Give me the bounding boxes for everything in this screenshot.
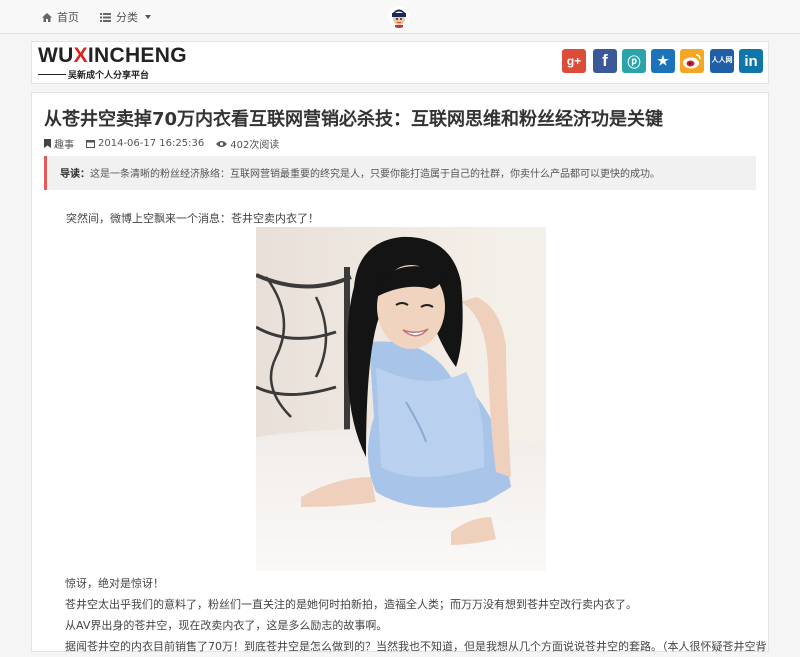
article-line-4: 据闻苍井空的内衣目前销售了70万！到底苍井空是怎么做到的？当然我也不知道，但是我… (65, 640, 767, 653)
article-lead: 导读：这是一条清晰的粉丝经济脉络：互联网营销最重要的终究是人，只要你能打造属于自… (44, 156, 756, 190)
article-title[interactable]: 从苍井空卖掉70万内衣看互联网营销必杀技：互联网思维和粉丝经济功是关键 (44, 105, 663, 131)
article-body: 惊讶，绝对是惊讶！ 苍井空太出乎我们的意料了，粉丝们一直关注的是她何时拍新拍，造… (65, 573, 767, 657)
google-plus-share-button[interactable]: g+ (562, 49, 586, 73)
nav-category-dropdown[interactable]: 分类 (100, 9, 151, 25)
meta-date: 2014-06-17 16:25:36 (86, 138, 204, 149)
weibo-icon (683, 54, 701, 69)
article-photo (256, 227, 546, 571)
logo-part-c: INCHENG (87, 44, 187, 67)
meta-views: 402次阅读 (216, 136, 279, 151)
nav-category-label: 分类 (116, 11, 138, 24)
linkedin-icon: in (744, 52, 758, 70)
meta-views-text: 402次阅读 (230, 140, 280, 151)
article-line-1: 惊讶，绝对是惊讶！ (65, 577, 164, 590)
nav-home-link[interactable]: 首页 (42, 9, 79, 25)
list-icon (100, 12, 111, 22)
article-line-3: 从AV界出身的苍井空，现在改卖内衣了，这是多么励志的故事啊。 (65, 619, 388, 632)
lead-text: 这是一条清晰的粉丝经济脉络：互联网营销最重要的终究是人，只要你能打造属于自己的社… (90, 169, 660, 180)
nav-home-label: 首页 (57, 11, 79, 24)
meta-category[interactable]: 趣事 (44, 136, 74, 151)
avatar[interactable] (388, 6, 410, 28)
bookmark-icon (44, 139, 51, 148)
meta-date-text: 2014-06-17 16:25:36 (98, 138, 205, 149)
chevron-down-icon (145, 15, 151, 19)
logo-part-a: WU (38, 44, 74, 67)
linkedin-share-button[interactable]: in (739, 49, 763, 73)
p-icon: ⓟ (627, 54, 641, 70)
article-paragraph-1: 突然间，微博上空飘来一个消息：苍井空卖内衣了！ (66, 212, 319, 225)
google-plus-icon: g+ (566, 54, 582, 68)
lead-label: 导读： (60, 169, 90, 180)
article-line-2: 苍井空太出乎我们的意料了，粉丝们一直关注的是她何时拍新拍，造福全人类；而万万没有… (65, 598, 637, 611)
logo-tagline: 吴新成个人分享平台 (38, 68, 198, 81)
calendar-icon (86, 140, 95, 148)
site-header: WUXINCHENG 吴新成个人分享平台 g+ f ⓟ ★ 人人网 in (31, 41, 769, 84)
logo-wordmark: WUXINCHENG (38, 45, 198, 67)
facebook-icon: f (602, 51, 608, 70)
facebook-share-button[interactable]: f (593, 49, 617, 73)
article-card: 从苍井空卖掉70万内衣看互联网营销必杀技：互联网思维和粉丝经济功是关键 趣事 2… (31, 92, 769, 653)
renren-icon: 人人网 (711, 57, 733, 64)
home-icon (42, 12, 52, 22)
site-logo[interactable]: WUXINCHENG 吴新成个人分享平台 (38, 45, 198, 81)
star-share-button[interactable]: ★ (651, 49, 675, 73)
article-meta: 趣事 2014-06-17 16:25:36 402次阅读 (44, 136, 279, 151)
logo-part-b: X (73, 44, 88, 67)
logo-tagline-text: 吴新成个人分享平台 (68, 71, 150, 81)
p-share-button[interactable]: ⓟ (622, 49, 646, 73)
eye-icon (216, 140, 228, 147)
weibo-share-button[interactable] (680, 49, 704, 73)
meta-category-label: 趣事 (54, 140, 74, 151)
top-navbar: 首页 分类 (0, 0, 800, 34)
renren-share-button[interactable]: 人人网 (710, 49, 734, 73)
star-icon: ★ (657, 53, 669, 68)
